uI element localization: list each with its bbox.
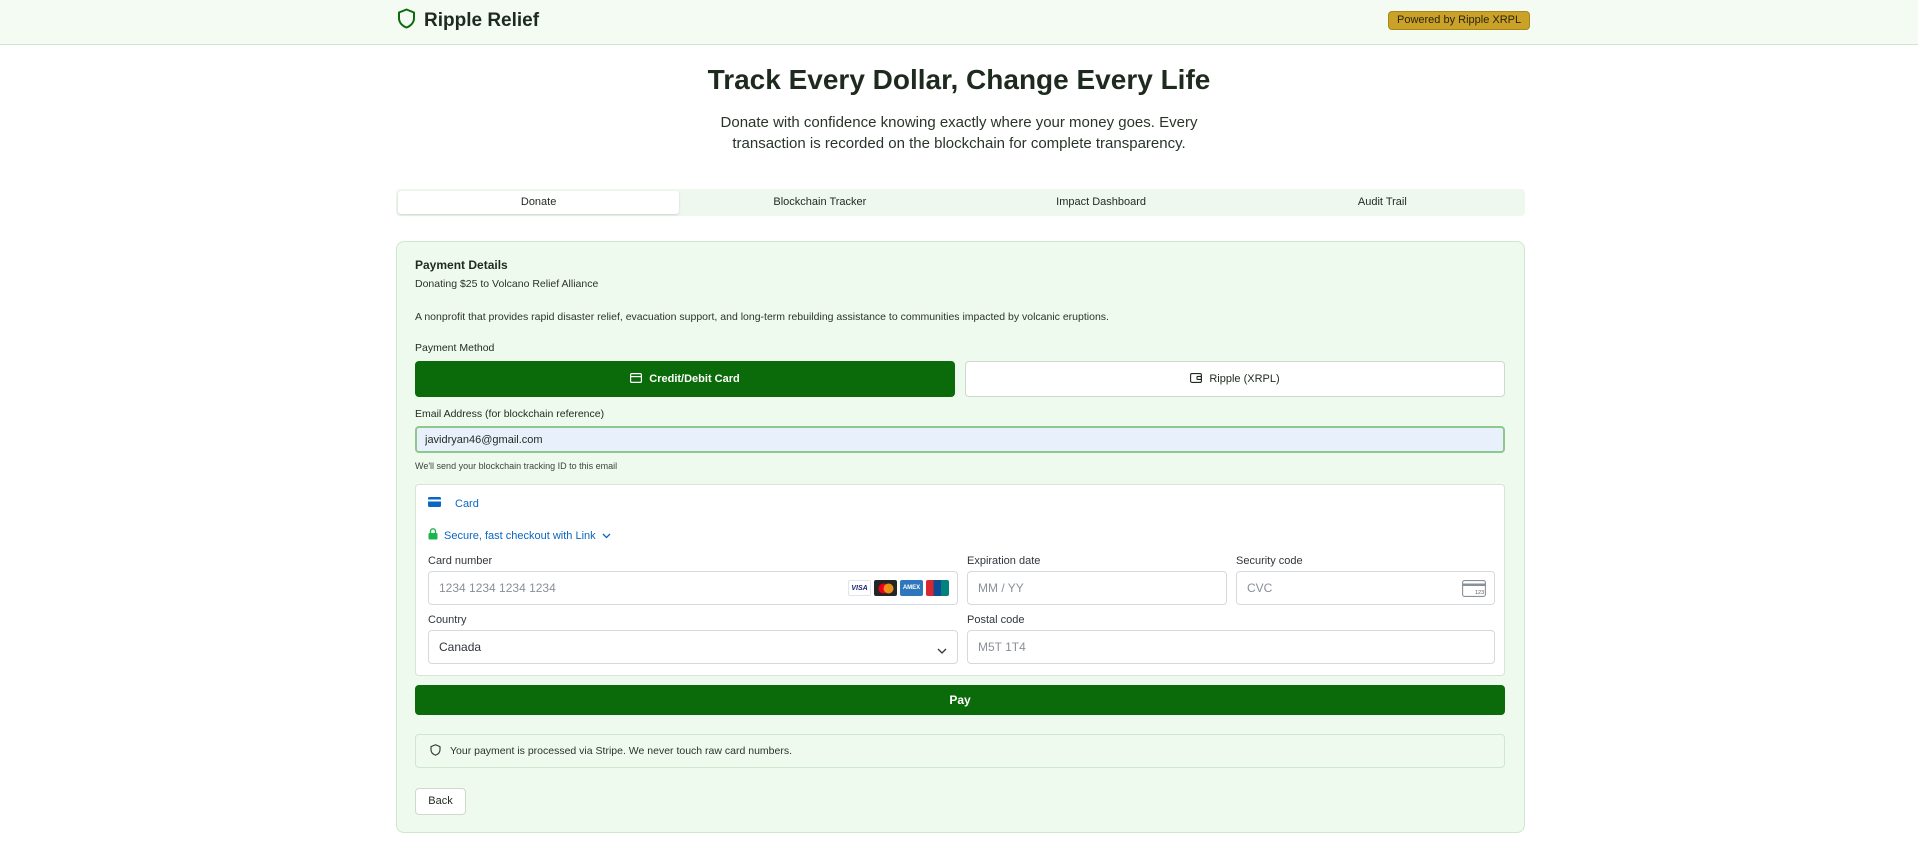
- xrpl-method-button[interactable]: Ripple (XRPL): [965, 361, 1505, 397]
- postal-code-label: Postal code: [967, 614, 1025, 626]
- shield-icon: [430, 743, 441, 759]
- lock-icon: [428, 528, 438, 543]
- tab-blockchain-tracker[interactable]: Blockchain Tracker: [679, 191, 960, 214]
- top-bar: Ripple Relief Powered by Ripple XRPL: [0, 0, 1918, 45]
- cvc-placeholder: CVC: [1247, 581, 1273, 595]
- payment-method-label: Payment Method: [415, 342, 495, 354]
- expiry-label: Expiration date: [967, 555, 1041, 567]
- postal-code-input[interactable]: M5T 1T4: [967, 630, 1495, 664]
- expiry-placeholder: MM / YY: [978, 581, 1024, 595]
- credit-card-method-button[interactable]: Credit/Debit Card: [415, 361, 955, 397]
- email-label: Email Address (for blockchain reference): [415, 408, 605, 420]
- visa-icon: VISA: [848, 580, 871, 596]
- svg-text:123: 123: [1475, 590, 1484, 596]
- amex-icon: AMEX: [900, 580, 923, 596]
- card-number-label: Card number: [428, 555, 493, 567]
- email-field[interactable]: [415, 426, 1505, 453]
- credit-card-icon: [630, 372, 643, 386]
- pay-button[interactable]: Pay: [415, 685, 1505, 715]
- secure-payment-note: Your payment is processed via Stripe. We…: [415, 734, 1505, 768]
- cvc-input[interactable]: CVC 123: [1236, 571, 1495, 605]
- card-payment-tab[interactable]: Card: [428, 497, 479, 510]
- country-select[interactable]: Canada: [428, 630, 958, 664]
- powered-by-badge: Powered by Ripple XRPL: [1388, 11, 1531, 30]
- secure-note-text: Your payment is processed via Stripe. We…: [450, 745, 792, 757]
- country-label: Country: [428, 614, 467, 626]
- shield-icon: [397, 8, 416, 34]
- main-tabs: Donate Blockchain Tracker Impact Dashboa…: [396, 189, 1525, 216]
- email-help-text: We'll send your blockchain tracking ID t…: [415, 461, 618, 471]
- link-checkout-label: Secure, fast checkout with Link: [444, 529, 596, 542]
- card-tab-label: Card: [455, 497, 479, 510]
- country-value: Canada: [439, 640, 482, 654]
- card-brands: VISA AMEX: [848, 580, 949, 596]
- page-title: Track Every Dollar, Change Every Life: [707, 64, 1211, 95]
- cvc-card-icon: 123: [1462, 580, 1486, 600]
- tab-audit-trail[interactable]: Audit Trail: [1242, 191, 1523, 214]
- link-checkout-toggle[interactable]: Secure, fast checkout with Link: [428, 528, 611, 543]
- card-number-input[interactable]: 1234 1234 1234 1234 VISA AMEX: [428, 571, 958, 605]
- tab-impact-dashboard[interactable]: Impact Dashboard: [961, 191, 1242, 214]
- tab-donate[interactable]: Donate: [398, 191, 680, 214]
- payment-details-card: Payment Details Donating $25 to Volcano …: [396, 241, 1525, 833]
- payment-details-title: Payment Details: [415, 258, 508, 272]
- wallet-icon: [1190, 372, 1203, 386]
- mastercard-icon: [874, 580, 897, 596]
- charity-description: A nonprofit that provides rapid disaster…: [415, 311, 1109, 323]
- cvc-label: Security code: [1236, 555, 1303, 567]
- donation-summary: Donating $25 to Volcano Relief Alliance: [415, 278, 599, 290]
- back-button[interactable]: Back: [415, 788, 466, 815]
- chevron-down-icon: [602, 530, 611, 542]
- card-number-placeholder: 1234 1234 1234 1234: [439, 581, 556, 595]
- brand[interactable]: Ripple Relief: [397, 8, 539, 34]
- unionpay-icon: [926, 580, 949, 596]
- credit-card-method-label: Credit/Debit Card: [649, 373, 740, 385]
- expiry-input[interactable]: MM / YY: [967, 571, 1227, 605]
- brand-name: Ripple Relief: [424, 10, 540, 31]
- chevron-down-icon: [937, 644, 947, 658]
- postal-code-placeholder: M5T 1T4: [978, 640, 1026, 654]
- xrpl-method-label: Ripple (XRPL): [1209, 373, 1280, 385]
- stripe-payment-element: Card Secure, fast checkout with Link Car…: [415, 484, 1505, 676]
- page-subtitle: Donate with confidence knowing exactly w…: [720, 114, 1198, 152]
- card-icon: [428, 497, 441, 510]
